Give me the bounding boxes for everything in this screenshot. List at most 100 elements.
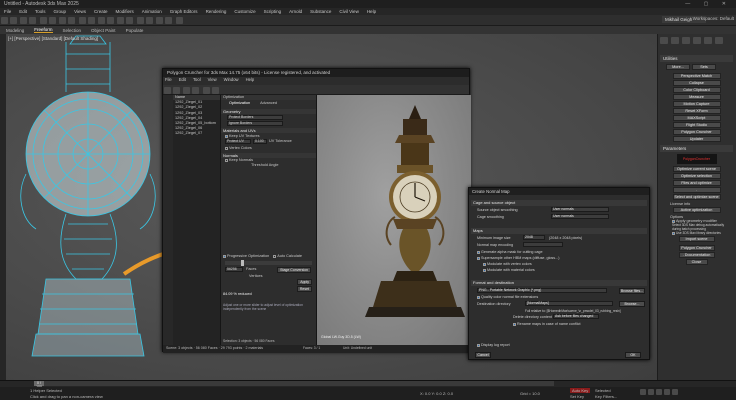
tab-advanced[interactable]: Advanced [258,101,279,106]
select-by-name-icon[interactable] [59,17,67,24]
unlink-icon[interactable] [29,17,37,24]
menu-graph-editors[interactable]: Graph Editors [170,9,198,14]
target-input[interactable]: 56256 [225,267,243,272]
pc-menu-tool[interactable]: Tool [193,77,201,82]
cage-smoothing-select[interactable]: User normals [551,214,609,219]
render-setup-icon[interactable] [165,17,173,24]
prev-frame-icon[interactable] [648,389,654,395]
export-icon[interactable] [183,87,191,94]
selected-select[interactable]: Selected [595,388,611,393]
list-item[interactable]: 1292_Ziegel_07 [173,131,220,136]
go-start-icon[interactable] [640,389,646,395]
mod-vertex-checkbox[interactable] [483,262,486,266]
link-icon[interactable] [20,17,28,24]
stage-conversion-button[interactable]: Stage Conversion [277,267,311,273]
display-log-checkbox[interactable] [477,343,480,347]
progressive-checkbox[interactable] [223,254,226,258]
menu-substance[interactable]: Substance [310,9,331,14]
quality-checkbox[interactable] [477,295,480,299]
border-mode-select[interactable]: Protect Borders [227,115,283,120]
optimize-current-scene-button[interactable]: Optimize current scene [672,166,721,172]
rename-checkbox[interactable] [513,322,516,326]
format-section[interactable]: Format and destination [471,280,647,286]
reset-button[interactable]: Reset [296,286,312,292]
settings-icon[interactable] [202,87,210,94]
polygon-cruncher-button[interactable]: Polygon Cruncher [672,129,721,135]
curve-editor-icon[interactable] [145,17,153,24]
dest-dir-input[interactable]: [NormalMaps] [525,301,613,306]
pc-about-button[interactable]: Polygon Cruncher [678,245,715,251]
materials-section[interactable]: Materials and UVs [221,128,316,133]
close-button[interactable]: Close [685,259,708,265]
auto-calc-checkbox[interactable] [273,254,277,258]
vertex-colors-checkbox[interactable] [225,146,228,150]
cancel-button[interactable]: Cancel [475,352,491,358]
cage-section[interactable]: Cage and source object [471,200,647,206]
select-icon[interactable] [48,17,56,24]
window-controls[interactable]: — ▢ ✕ [685,1,732,7]
optimize-icon[interactable] [192,87,200,94]
render-preview[interactable]: Global LW.Guy 3D.5 (LW) [317,95,471,345]
undo-icon[interactable] [1,17,8,24]
coordinate-readout[interactable]: X: 0.0 Y: 0.0 Z: 0.0 [420,391,453,396]
bind-icon[interactable] [39,17,47,24]
tab-optimization[interactable]: Optimization [227,101,252,106]
layer-icon[interactable] [136,17,144,24]
optimize-selection-button[interactable]: Optimize selection [672,173,721,179]
modify-tab-icon[interactable] [671,37,679,44]
menu-group[interactable]: Group [54,9,67,14]
rotate-icon[interactable] [87,17,95,24]
ok-button[interactable]: OK [625,352,641,358]
pc-menu-help[interactable]: Help [246,77,255,82]
viewport-label[interactable]: [+] [Perspective] [Standard] [Default Sh… [8,36,98,41]
select-optimize-scene-button[interactable]: Select and optimize scene [672,194,721,200]
pc-side-tools[interactable] [163,95,173,345]
apply-button[interactable]: Apply [297,279,312,285]
material-editor-icon[interactable] [156,17,164,24]
menu-views[interactable]: Views [74,9,86,14]
browse-files-button[interactable]: Browse files... [619,288,645,294]
menu-tools[interactable]: Tools [35,9,46,14]
time-slider-track[interactable] [34,381,554,386]
flight-studio-button[interactable]: Flight Studio [672,122,721,128]
menu-file[interactable]: File [4,9,11,14]
menu-rendering[interactable]: Rendering [206,9,227,14]
collapse-button[interactable]: Collapse [672,80,721,86]
time-slider[interactable]: 0 / 100 [34,381,44,389]
create-tab-icon[interactable] [660,37,668,44]
encoding-select[interactable] [523,242,563,247]
workspace-select[interactable]: Workspaces: Default [693,16,734,21]
scale-icon[interactable] [97,17,105,24]
mirror-icon[interactable] [117,17,125,24]
optimization-slider[interactable] [225,260,312,266]
align-icon[interactable] [126,17,134,24]
menu-create[interactable]: Create [94,9,108,14]
keep-normals-checkbox[interactable] [225,158,228,162]
play-icon[interactable] [656,389,662,395]
motion-tab-icon[interactable] [693,37,701,44]
faces-radio[interactable]: Faces [246,267,256,274]
updater-button[interactable]: Updater [672,136,721,142]
sets-button[interactable]: Sets [692,64,716,70]
slider-thumb[interactable] [240,260,244,266]
pc-menu-view[interactable]: View [208,77,217,82]
menu-scripting[interactable]: Scripting [264,9,282,14]
utilities-tab-icon[interactable] [715,37,723,44]
info-icon[interactable] [211,87,219,94]
maps-section[interactable]: Maps [471,228,647,234]
keep-textures-checkbox[interactable] [225,134,228,138]
open-icon[interactable] [164,87,171,94]
color-clipboard-button[interactable]: Color Clipboard [672,87,721,93]
region-icon[interactable] [68,17,76,24]
gen-alpha-checkbox[interactable] [477,250,480,254]
pc-menu-file[interactable]: File [165,77,172,82]
min-size-input[interactable]: 2048 [523,235,545,240]
move-icon[interactable] [78,17,86,24]
motion-capture-button[interactable]: Motion Capture [672,101,721,107]
display-tab-icon[interactable] [704,37,712,44]
autokey-button[interactable]: Auto Key [570,388,591,393]
tab-object-paint[interactable]: Object Paint [91,28,116,33]
save-icon[interactable] [173,87,180,94]
perspective-match-button[interactable]: Perspective Match [672,73,721,79]
menu-help[interactable]: Help [367,9,376,14]
